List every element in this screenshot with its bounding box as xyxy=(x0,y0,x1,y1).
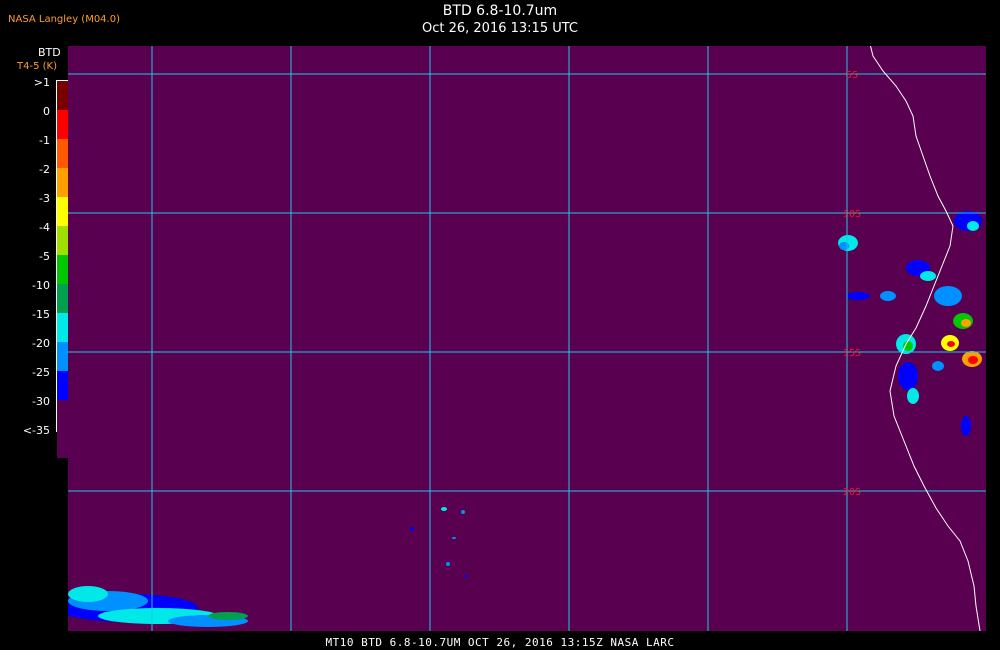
legend-label: <-35 xyxy=(22,424,50,437)
timestamp-subtitle: Oct 26, 2016 13:15 UTC xyxy=(422,21,578,36)
legend-label: 0 xyxy=(43,105,50,118)
cloud-blob xyxy=(903,341,913,351)
cloud-blob xyxy=(961,416,971,436)
cloud-blob xyxy=(934,286,962,306)
legend-label: -30 xyxy=(32,395,50,408)
legend-units: T4-5 (K) xyxy=(17,61,57,72)
cloud-blob xyxy=(961,319,971,327)
legend-label: -10 xyxy=(32,279,50,292)
cloud-blob xyxy=(410,527,414,531)
legend-label: -20 xyxy=(32,337,50,350)
longitude-tick-label: 5E xyxy=(703,46,715,47)
cloud-blob xyxy=(907,388,919,404)
legend-label: -25 xyxy=(32,366,50,379)
cloud-blob xyxy=(880,291,896,301)
cloud-blob xyxy=(208,612,248,620)
legend-label: -4 xyxy=(39,221,50,234)
legend-label: >1 xyxy=(33,76,50,89)
cloud-blob xyxy=(947,341,955,347)
cloud-blob xyxy=(68,586,108,602)
cloud-blob xyxy=(464,575,468,577)
longitude-tick-label: 10W xyxy=(283,46,302,47)
legend-label: -2 xyxy=(39,163,50,176)
cloud-blob xyxy=(967,221,979,231)
longitude-tick-label: 10E xyxy=(839,46,857,47)
footer-caption: MT10 BTD 6.8-10.7UM OCT 26, 2016 13:15Z … xyxy=(325,636,675,649)
longitude-tick-label: 0 xyxy=(567,46,573,47)
cloud-blob xyxy=(920,271,936,281)
cloud-blob xyxy=(968,356,978,364)
cloud-blob xyxy=(846,292,870,300)
legend-title: BTD xyxy=(38,46,61,59)
cloud-blob xyxy=(452,537,456,539)
latitude-tick-label: 5S xyxy=(846,70,858,81)
legend-label: -3 xyxy=(39,192,50,205)
satellite-map: 15W 10W 5W 0 5E 10E 5S 10S 15S 20S xyxy=(68,46,986,631)
cloud-blob xyxy=(932,361,944,371)
latitude-tick-label: 20S xyxy=(843,487,861,498)
latitude-tick-label: 15S xyxy=(843,348,861,359)
longitude-tick-label: 15W xyxy=(144,46,163,47)
cloud-blob xyxy=(461,510,465,514)
legend-label: -1 xyxy=(39,134,50,147)
product-title: BTD 6.8-10.7um xyxy=(442,3,558,19)
legend-label: -5 xyxy=(39,250,50,263)
map-background xyxy=(68,46,986,631)
cloud-blob xyxy=(898,362,918,390)
cloud-blob xyxy=(446,562,450,566)
cloud-blob xyxy=(441,507,447,511)
latitude-tick-label: 10S xyxy=(843,209,861,220)
longitude-tick-label: 5W xyxy=(425,46,438,47)
legend-label: -15 xyxy=(32,308,50,321)
